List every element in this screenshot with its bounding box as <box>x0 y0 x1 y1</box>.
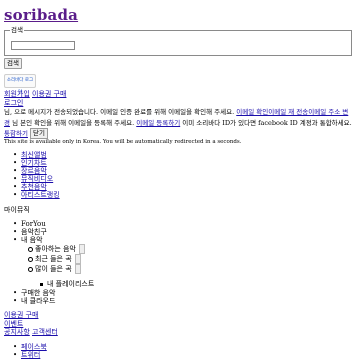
purchase-link[interactable]: 이용권 구매 <box>32 90 66 98</box>
toggle-handle[interactable] <box>74 264 81 274</box>
footer-purchase-link[interactable]: 이용권 구매 <box>4 311 38 319</box>
nav-latest-albums[interactable]: 최신앨범 <box>21 151 47 159</box>
liked-songs[interactable]: 좋아하는 음악 <box>35 245 76 253</box>
search-input[interactable] <box>11 41 75 50</box>
footer-support-link[interactable]: 고객센터 <box>32 328 58 336</box>
recent-songs[interactable]: 최근 들은 곡 <box>35 255 72 263</box>
notice-text-1: 님, 으로 메시지가 전송되었습니다. 이메일 인증 완료를 위해 이메일을 확… <box>4 108 235 116</box>
toggle-handle[interactable] <box>78 244 85 254</box>
most-played-songs[interactable]: 많이 들은 곡 <box>35 265 72 273</box>
list-item: 트위터 <box>12 351 47 359</box>
nav-genre[interactable]: 장르음악 <box>21 167 47 175</box>
twitter-link[interactable]: 트위터 <box>21 351 40 359</box>
redirect-notice: This site is available only in Korea. Yo… <box>4 139 242 145</box>
mymusic-my-music[interactable]: 내 음악 <box>12 236 47 244</box>
notice-text-3: 이미 소리바다 ID가 있다면 facebook ID 계정과 통합하세요. <box>182 118 352 127</box>
search-button[interactable]: 검색 <box>4 58 22 69</box>
search-form: 검색 <box>4 26 352 56</box>
mymusic-friends[interactable]: 음악친구 <box>12 228 47 236</box>
footer-notice-link[interactable]: 공지사항 <box>4 328 30 336</box>
playlist-list: 내 플레이리스트 <box>38 280 94 289</box>
facebook-link[interactable]: 페이스북 <box>21 343 47 351</box>
soribada-logo[interactable]: soribada <box>4 6 78 24</box>
mymusic-title: 마이뮤직 <box>4 206 30 214</box>
notice-text-2: 님 본인 확인을 위해 이메일을 등록해 주세요. <box>12 118 135 127</box>
email-register-link[interactable]: 이메일 등록하기 <box>136 119 180 127</box>
my-playlist[interactable]: 내 플레이리스트 <box>38 280 94 289</box>
footer-event-link[interactable]: 이벤트 <box>4 320 23 328</box>
list-item: 페이스북 <box>12 343 47 351</box>
login-link[interactable]: 로그인 <box>4 99 23 107</box>
footer-row-1: 이용권 구매 <box>4 311 38 320</box>
login-badge[interactable]: 소리바다 로그인 <box>4 74 36 95</box>
footer-row-3: 공지사항 고객센터 <box>4 328 58 337</box>
nav-item: 아티스트랭킹 <box>12 191 60 199</box>
mymusic-list: ForYou 음악친구 내 음악 <box>12 220 47 244</box>
nav-item: 뮤직비디오 <box>12 175 60 183</box>
mymusic-foryou[interactable]: ForYou <box>12 220 47 228</box>
nav-item: 추천음악 <box>12 183 60 191</box>
my-music-sublist: 좋아하는 음악 최근 들은 곡 많이 들은 곡 <box>26 244 85 274</box>
nav-artist-ranking[interactable]: 아티스트랭킹 <box>21 191 60 199</box>
social-list: 페이스북 트위터 <box>12 343 47 359</box>
toggle-handle[interactable] <box>74 254 81 264</box>
account-links: 회원가입 이용권 구매 <box>4 90 66 99</box>
nav-charts[interactable]: 인기차트 <box>21 159 47 167</box>
nav-item: 최신앨범 <box>12 151 60 159</box>
search-legend: 검색 <box>10 26 24 34</box>
list-item: 많이 들은 곡 <box>26 264 85 274</box>
nav-item: 인기차트 <box>12 159 60 167</box>
purchased-music[interactable]: 구매한 음악 <box>12 289 55 297</box>
verification-notice: 님, 으로 메시지가 전송되었습니다. 이메일 인증 완료를 위해 이메일을 확… <box>4 107 354 139</box>
mymusic-list-2: 구매한 음악 내 클라우드 <box>12 289 55 305</box>
main-nav: 최신앨범 인기차트 장르음악 뮤직비디오 추천음악 아티스트랭킹 <box>12 151 60 199</box>
nav-music-video[interactable]: 뮤직비디오 <box>21 175 53 183</box>
list-item: 최근 들은 곡 <box>26 254 85 264</box>
join-link[interactable]: 회원가입 <box>4 90 30 98</box>
nav-item: 장르음악 <box>12 167 60 175</box>
list-item: 좋아하는 음악 <box>26 244 85 254</box>
merge-account-link[interactable]: 통합하기 <box>4 130 28 138</box>
my-cloud[interactable]: 내 클라우드 <box>12 297 55 305</box>
nav-recommended[interactable]: 추천음악 <box>21 183 47 191</box>
